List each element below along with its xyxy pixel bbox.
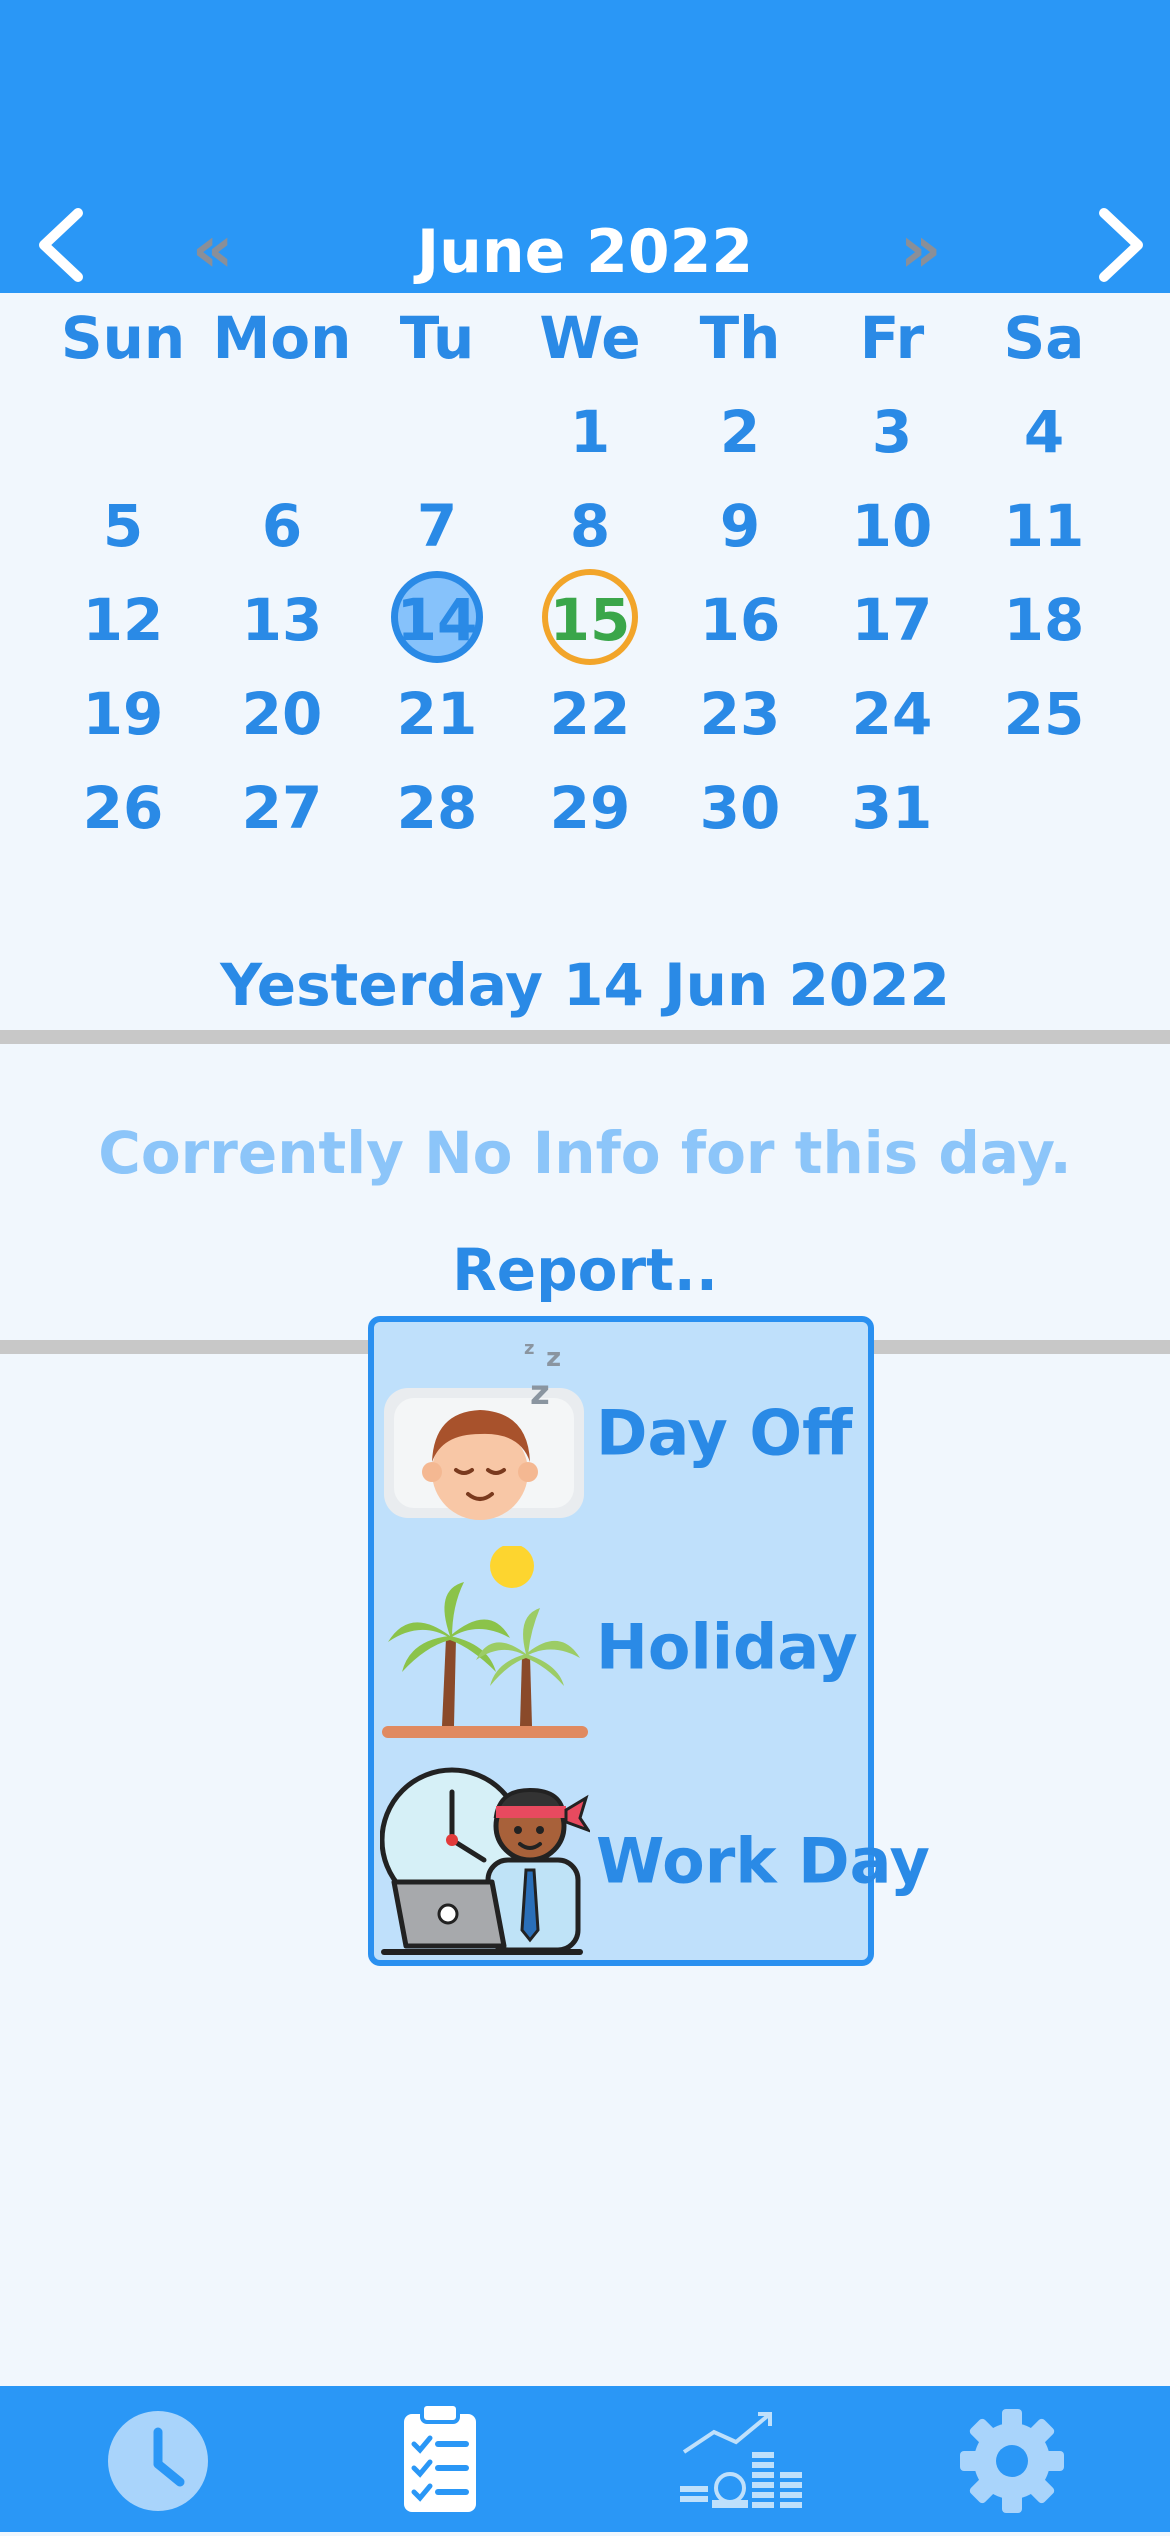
- menu-item-holiday[interactable]: Holiday: [374, 1542, 868, 1752]
- menu-item-label: Work Day: [596, 1824, 930, 1898]
- calendar-day[interactable]: 7: [357, 481, 517, 571]
- divider: [0, 1030, 1170, 1044]
- weekday-label: Sun: [60, 304, 186, 372]
- calendar-day[interactable]: [43, 387, 203, 477]
- next-year-button[interactable]: »: [900, 205, 941, 295]
- calendar-day[interactable]: 13: [202, 575, 362, 665]
- calendar-day[interactable]: 17: [812, 575, 972, 665]
- calendar-day[interactable]: 18: [964, 575, 1124, 665]
- calendar-day[interactable]: 25: [964, 669, 1124, 759]
- calendar-day[interactable]: 4: [964, 387, 1124, 477]
- calendar-day[interactable]: 21: [357, 669, 517, 759]
- weekday-label: Mon: [212, 304, 352, 372]
- tab-finance[interactable]: [640, 2386, 820, 2532]
- weekday-label: Sa: [1003, 304, 1085, 372]
- calendar-day[interactable]: 1: [510, 387, 670, 477]
- chevron-right-icon[interactable]: [1092, 205, 1152, 285]
- selected-date-label: Yesterday 14 Jun 2022: [220, 951, 950, 1019]
- calendar-day[interactable]: 5: [43, 481, 203, 571]
- report-button[interactable]: Report..: [0, 1230, 1170, 1310]
- calendar-day-today[interactable]: 15: [510, 575, 670, 665]
- clock-icon: [108, 2411, 208, 2511]
- header-bar: « June 2022 »: [0, 0, 1170, 293]
- weekday-label: We: [539, 304, 641, 372]
- menu-item-label: Holiday: [596, 1610, 858, 1684]
- svg-text:z: z: [524, 1338, 534, 1359]
- calendar-day[interactable]: 26: [43, 763, 203, 853]
- calendar-day[interactable]: 3: [812, 387, 972, 477]
- calendar-day[interactable]: 23: [660, 669, 820, 759]
- finance-chart-icon: [680, 2412, 802, 2508]
- calendar-day[interactable]: 19: [43, 669, 203, 759]
- sleeping-person-icon: z z z: [384, 1338, 584, 1520]
- menu-item-label: Day Off: [596, 1396, 853, 1470]
- menu-item-day-off[interactable]: z z z Day Off: [374, 1328, 868, 1538]
- calendar-day[interactable]: [357, 387, 517, 477]
- calendar-day[interactable]: 30: [660, 763, 820, 853]
- calendar-day-selected[interactable]: 14: [357, 575, 517, 665]
- calendar-day[interactable]: 10: [812, 481, 972, 571]
- gear-icon: [960, 2409, 1064, 2513]
- calendar-day[interactable]: 8: [510, 481, 670, 571]
- calendar-day[interactable]: 6: [202, 481, 362, 571]
- weekday-label: Fr: [859, 304, 925, 372]
- calendar-day[interactable]: 16: [660, 575, 820, 665]
- calendar-day[interactable]: 28: [357, 763, 517, 853]
- calendar-day[interactable]: 11: [964, 481, 1124, 571]
- month-title: June 2022: [416, 217, 754, 287]
- calendar-day[interactable]: 31: [812, 763, 972, 853]
- calendar-day[interactable]: 2: [660, 387, 820, 477]
- palm-trees-icon: [382, 1546, 588, 1738]
- calendar-day[interactable]: 12: [43, 575, 203, 665]
- calendar-day[interactable]: [964, 763, 1124, 853]
- calendar-day[interactable]: 27: [202, 763, 362, 853]
- tab-checklist[interactable]: [350, 2386, 530, 2532]
- calendar-day[interactable]: [202, 387, 362, 477]
- weekday-label: Th: [699, 304, 781, 372]
- calendar-day[interactable]: 29: [510, 763, 670, 853]
- calendar-day[interactable]: 22: [510, 669, 670, 759]
- weekday-label: Tu: [399, 304, 475, 372]
- tab-clock[interactable]: [68, 2386, 248, 2532]
- report-menu: z z z Day Off Holiday Work Day: [368, 1316, 930, 1966]
- svg-text:z: z: [530, 1373, 550, 1413]
- no-info-message: Corrently No Info for this day.: [98, 1119, 1072, 1187]
- bottom-nav: [0, 2386, 1170, 2532]
- clipboard-checklist-icon: [404, 2402, 476, 2512]
- calendar-day[interactable]: 20: [202, 669, 362, 759]
- calendar-day[interactable]: 9: [660, 481, 820, 571]
- menu-item-work-day[interactable]: Work Day: [374, 1756, 930, 1966]
- svg-text:z: z: [546, 1343, 561, 1373]
- calendar-day[interactable]: 24: [812, 669, 972, 759]
- tab-settings[interactable]: [922, 2386, 1102, 2532]
- office-worker-icon: [380, 1767, 590, 1955]
